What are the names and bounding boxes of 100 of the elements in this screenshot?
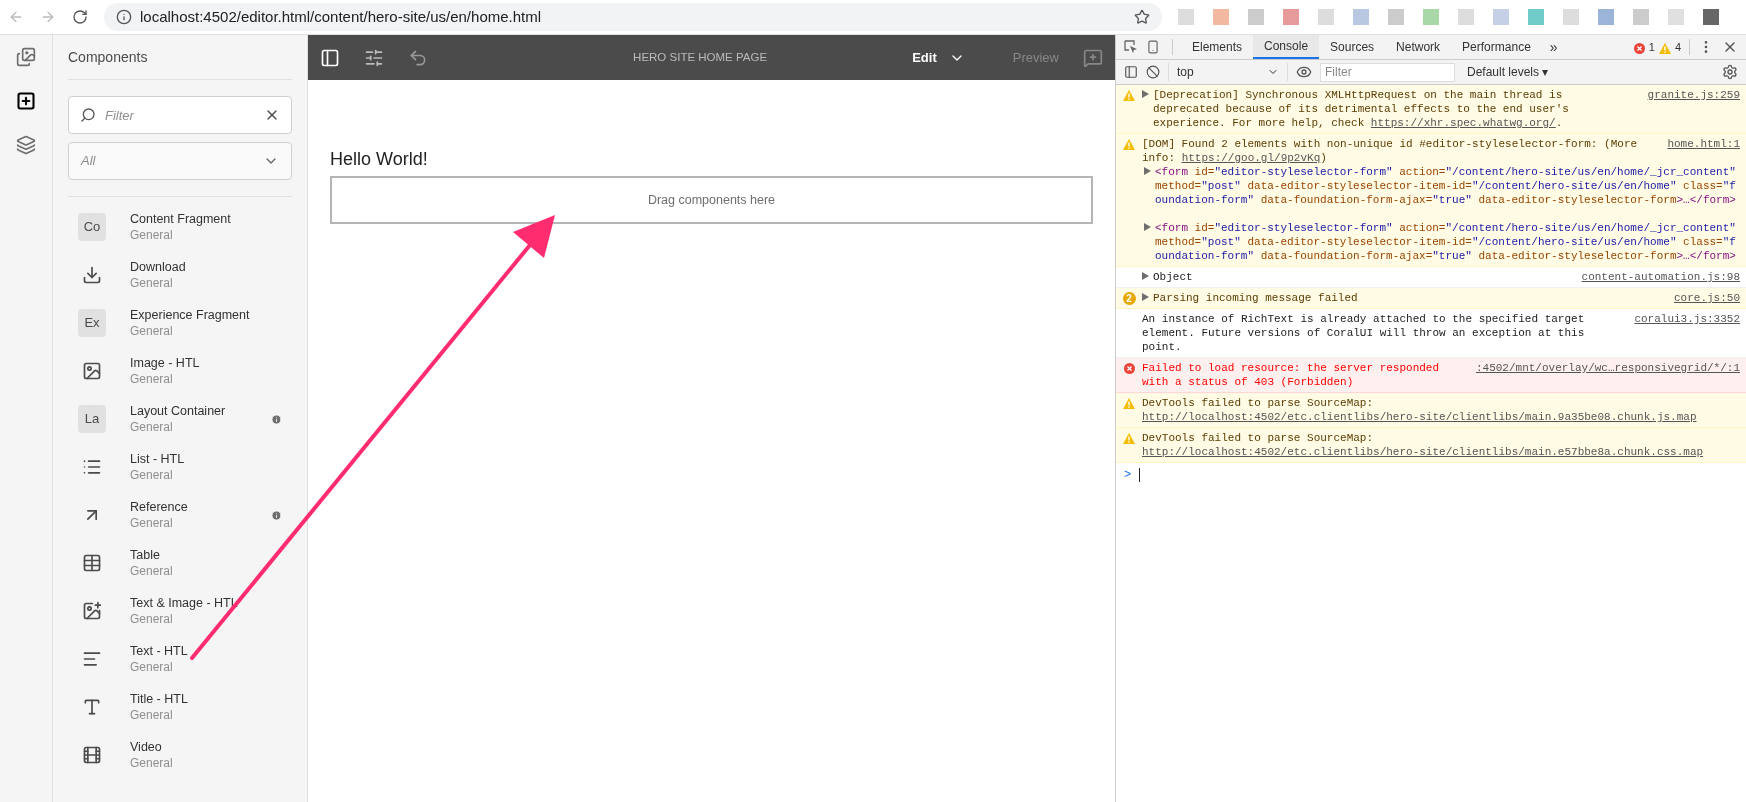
message-link[interactable]: http://localhost:4502/etc.clientlibs/hero-site/clientlibs/main.e57bbe8a.chunk.css.map bbox=[1142, 446, 1704, 458]
bookmark-star-icon[interactable] bbox=[1134, 9, 1150, 25]
component-badge: Ex bbox=[78, 309, 106, 337]
error-icon bbox=[1123, 363, 1135, 374]
component-item[interactable]: Table General bbox=[68, 539, 292, 587]
html-element-snippet[interactable]: <form id="editor-styleselector-form" action="/content/hero-site/us/en/home/_jcr_content" method="post" data-editor-styleselector-item-id="/content/hero-site/us/en/home" class="foundation-form" data-foundation-form-ajax="true" data-editor-styleselector-form>…</form> bbox=[1155, 221, 1740, 263]
component-name: Download bbox=[130, 259, 187, 275]
live-expression-icon[interactable] bbox=[1296, 64, 1312, 80]
components-icon[interactable] bbox=[16, 91, 36, 111]
component-item[interactable]: Image - HTL General bbox=[68, 347, 292, 395]
devtools-tab[interactable]: Sources bbox=[1319, 35, 1386, 59]
list-icon bbox=[82, 457, 102, 477]
assets-icon[interactable] bbox=[16, 47, 36, 67]
side-panel-icon[interactable] bbox=[320, 47, 340, 68]
component-name: Image - HTL bbox=[130, 355, 201, 371]
component-badge: La bbox=[78, 405, 106, 433]
source-link[interactable]: :4502/mnt/overlay/wc…responsivegrid/*/:1 bbox=[1475, 361, 1740, 375]
component-group: General bbox=[130, 563, 292, 579]
film-icon bbox=[82, 745, 102, 765]
settings-icon[interactable] bbox=[1722, 64, 1738, 80]
prompt-symbol: > bbox=[1124, 467, 1132, 484]
device-icon[interactable] bbox=[1146, 40, 1160, 54]
more-tabs-button[interactable]: » bbox=[1541, 36, 1566, 58]
devtools-tab[interactable]: Console bbox=[1253, 35, 1320, 59]
sidebar-toggle-icon[interactable] bbox=[1124, 65, 1138, 79]
expand-triangle-icon[interactable] bbox=[1144, 223, 1151, 231]
expand-triangle-icon[interactable] bbox=[1144, 167, 1151, 175]
levels-dropdown[interactable]: Default levels ▾ bbox=[1467, 63, 1549, 81]
component-item[interactable]: Video General bbox=[68, 731, 292, 779]
message-text: Object bbox=[1153, 270, 1194, 284]
filter-field[interactable]: Filter bbox=[68, 96, 292, 134]
devtools-tab[interactable]: Elements bbox=[1181, 35, 1254, 59]
message-text: [DOM] Found 2 elements with non-unique id #editor-styleselector-form: (More info: https://goo.gl/9p2vKq) bbox=[1142, 137, 1639, 165]
search-icon bbox=[80, 107, 96, 123]
source-link[interactable]: coralui3.js:3352 bbox=[1634, 312, 1740, 326]
component-group: General bbox=[130, 611, 292, 627]
component-name: List - HTL bbox=[130, 451, 186, 467]
component-name: Experience Fragment bbox=[130, 307, 251, 323]
component-group: General bbox=[130, 419, 271, 435]
source-link[interactable]: granite.js:259 bbox=[1647, 88, 1740, 102]
component-item[interactable]: Ex Experience Fragment General bbox=[68, 299, 292, 347]
component-item[interactable]: List - HTL General bbox=[68, 443, 292, 491]
component-group: General bbox=[130, 707, 292, 723]
panel-title: Components bbox=[68, 35, 292, 80]
message-text: An instance of RichText is already attached to the specified target element. Future versions of CoralUI will throw an exception at this point. bbox=[1142, 312, 1586, 354]
console-filter-field[interactable]: Filter bbox=[1320, 62, 1455, 82]
devtools-tab[interactable]: Network bbox=[1385, 35, 1452, 59]
component-group: General bbox=[130, 275, 292, 291]
component-item[interactable]: Reference General bbox=[68, 491, 292, 539]
drop-zone[interactable]: Drag components here bbox=[330, 176, 1093, 224]
message-link[interactable]: https://goo.gl/9p2vKq bbox=[1181, 152, 1321, 164]
source-link[interactable]: content-automation.js:98 bbox=[1581, 270, 1740, 284]
expand-triangle-icon[interactable] bbox=[1142, 90, 1149, 98]
repeat-count: 2 bbox=[1122, 292, 1136, 305]
source-link[interactable]: core.js:50 bbox=[1674, 291, 1740, 305]
warning-icon bbox=[1658, 42, 1671, 54]
message-text: DevTools failed to parse SourceMap: http://localhost:4502/etc.clientlibs/hero-site/clientlibs/main.e57bbe8a.chunk.css.map bbox=[1142, 431, 1705, 459]
download-icon bbox=[82, 265, 102, 285]
warning-count: 4 bbox=[1674, 39, 1681, 55]
clear-console-icon[interactable] bbox=[1146, 65, 1160, 79]
component-item[interactable]: Text - HTL General bbox=[68, 635, 292, 683]
message-link[interactable]: https://xhr.spec.whatwg.org/ bbox=[1370, 117, 1556, 129]
reload-icon[interactable] bbox=[72, 9, 88, 25]
layers-icon[interactable] bbox=[16, 135, 36, 155]
component-group: General bbox=[130, 227, 292, 243]
source-link[interactable]: home.html:1 bbox=[1667, 137, 1740, 151]
info-icon[interactable] bbox=[116, 9, 132, 25]
error-icon bbox=[1633, 42, 1645, 54]
annotate-icon[interactable] bbox=[1083, 47, 1103, 68]
warning-icon bbox=[1123, 90, 1135, 101]
expand-triangle-icon[interactable] bbox=[1142, 272, 1149, 280]
mode-button[interactable]: Edit bbox=[912, 47, 965, 68]
component-name: Title - HTL bbox=[130, 691, 189, 707]
undo-icon[interactable] bbox=[408, 47, 428, 68]
message-text: Parsing incoming message failed bbox=[1153, 291, 1359, 305]
component-item[interactable]: La Layout Container General bbox=[68, 395, 292, 443]
title-icon bbox=[82, 697, 102, 717]
component-name: Video bbox=[130, 739, 163, 755]
warning-icon bbox=[1123, 139, 1135, 150]
component-item[interactable]: Co Content Fragment General bbox=[68, 203, 292, 251]
component-group: General bbox=[130, 467, 292, 483]
page-heading: Hello World! bbox=[330, 148, 429, 171]
warning-icon bbox=[1123, 398, 1135, 409]
image-icon bbox=[82, 361, 102, 381]
address-bar[interactable]: localhost:4502/editor.html/content/hero-site/us/en/home.html bbox=[104, 3, 1162, 31]
component-name: Reference bbox=[130, 499, 189, 515]
component-item[interactable]: Download General bbox=[68, 251, 292, 299]
inspect-icon[interactable] bbox=[1124, 40, 1138, 54]
component-group: General bbox=[130, 755, 292, 771]
devtools-tab[interactable]: Performance bbox=[1451, 35, 1542, 59]
message-link[interactable]: http://localhost:4502/etc.clientlibs/hero-site/clientlibs/main.9a35be08.chunk.js.map bbox=[1142, 411, 1697, 423]
table-icon bbox=[82, 553, 102, 573]
component-name: Content Fragment bbox=[130, 211, 232, 227]
html-element-snippet[interactable]: <form id="editor-styleselector-form" action="/content/hero-site/us/en/home/_jcr_content" method="post" data-editor-styleselector-item-id="/content/hero-site/us/en/home" class="foundation-form" data-foundation-form-ajax="true" data-editor-styleselector-form>…</form> bbox=[1155, 165, 1740, 207]
component-name: Text - HTL bbox=[130, 643, 189, 659]
page-title: HERO SITE HOME PAGE bbox=[632, 49, 769, 65]
properties-icon[interactable] bbox=[364, 47, 384, 68]
component-item[interactable]: Title - HTL General bbox=[68, 683, 292, 731]
expand-triangle-icon[interactable] bbox=[1142, 293, 1149, 301]
context-select[interactable]: top bbox=[1168, 63, 1288, 81]
